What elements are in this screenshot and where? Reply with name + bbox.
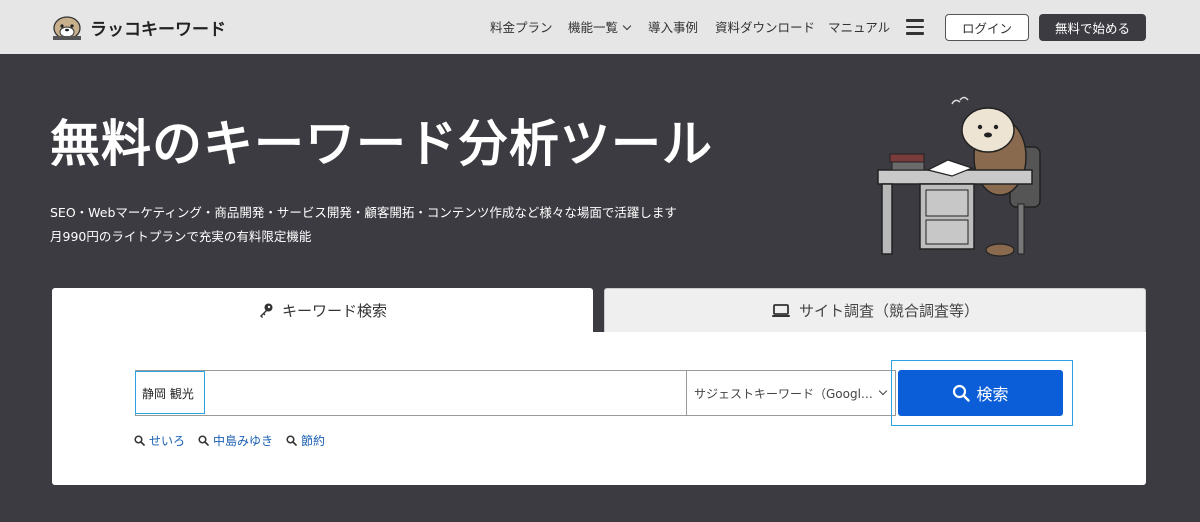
nav-pricing[interactable]: 料金プラン [490, 17, 553, 37]
search-button-label: 検索 [976, 385, 1009, 404]
laptop-icon [771, 303, 790, 317]
hamburger-menu-icon[interactable] [906, 19, 924, 35]
login-button[interactable]: ログイン [945, 14, 1029, 41]
nav-features-label: 機能一覧 [568, 20, 619, 35]
suggestion-label: 中島みゆき [213, 434, 274, 448]
suggestion-link[interactable]: 中島みゆき [198, 432, 273, 449]
search-button[interactable]: 検索 [898, 370, 1063, 416]
search-icon [286, 435, 297, 446]
tab-keyword-search[interactable]: キーワード検索 [52, 288, 593, 332]
suggestion-link[interactable]: 節約 [286, 432, 325, 449]
tab-keyword-label: キーワード検索 [281, 301, 387, 320]
suggestion-label: 節約 [301, 434, 326, 448]
search-type-value: サジェストキーワード（Googl… [694, 386, 873, 401]
nav-case-studies[interactable]: 導入事例 [648, 17, 698, 37]
search-icon [953, 384, 971, 402]
chevron-down-icon [878, 386, 888, 396]
start-free-button[interactable]: 無料で始める [1039, 14, 1146, 41]
nav-downloads[interactable]: 資料ダウンロード [715, 17, 815, 37]
search-input[interactable] [136, 371, 687, 415]
search-icon [134, 435, 145, 446]
hero-subtitle: SEO・Webマーケティング・商品開発・サービス開発・顧客開拓・コンテンツ作成な… [50, 205, 677, 220]
tab-site-research[interactable]: サイト調査（競合調査等） [604, 288, 1146, 332]
otter-logo-icon [53, 16, 81, 40]
hero-plan-note: 月990円のライトプランで充実の有料限定機能 [50, 229, 312, 244]
search-type-select[interactable]: サジェストキーワード（Googl… [686, 370, 896, 416]
nav-manual[interactable]: マニュアル [828, 17, 890, 37]
otter-at-desk-illustration [877, 96, 1041, 257]
site-logo[interactable]: ラッコキーワード [50, 12, 226, 42]
tab-site-label: サイト調査（競合調査等） [798, 302, 979, 320]
logo-text: ラッコキーワード [90, 19, 226, 40]
search-icon [198, 435, 209, 446]
suggestion-label: せいろ [149, 434, 186, 448]
suggestion-link[interactable]: せいろ [134, 432, 185, 449]
key-icon [259, 303, 273, 318]
page-title: 無料のキーワード分析ツール [50, 115, 713, 173]
nav-features[interactable]: 機能一覧 [568, 17, 632, 37]
chevron-down-icon [622, 21, 632, 31]
top-header: ラッコキーワード 料金プラン 機能一覧 導入事例 資料ダウンロード マニュアル … [0, 0, 1200, 54]
